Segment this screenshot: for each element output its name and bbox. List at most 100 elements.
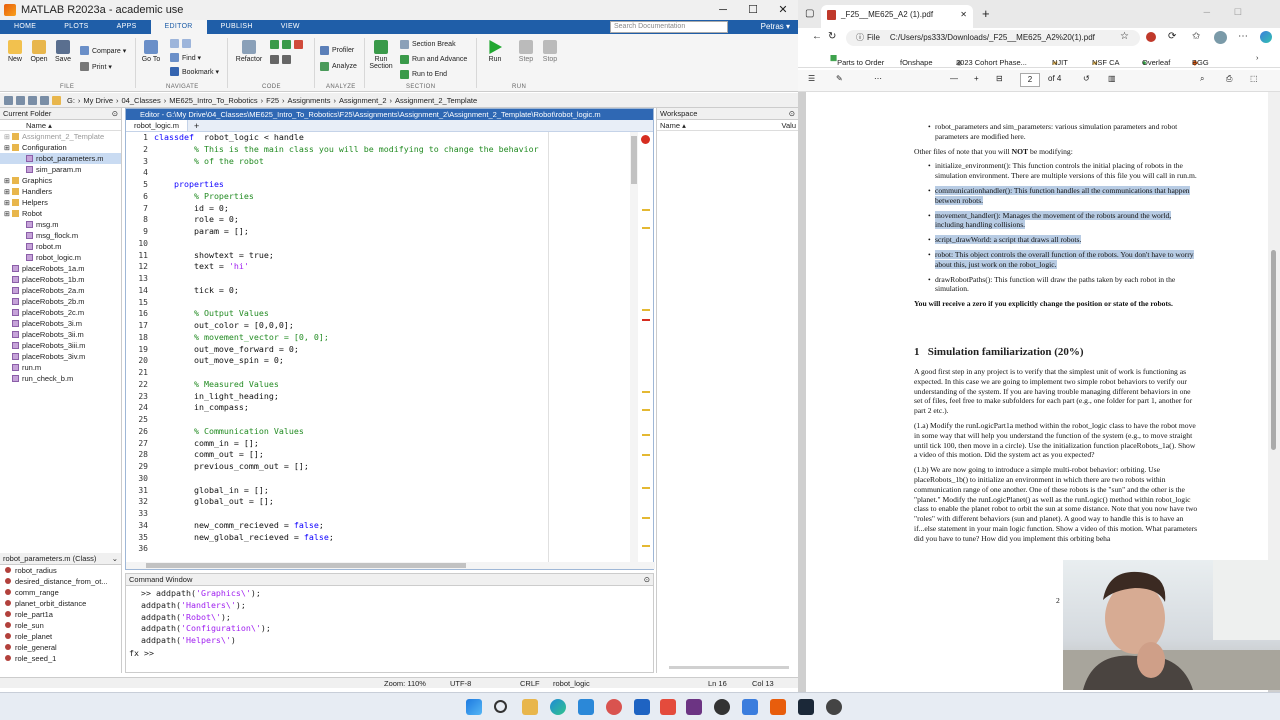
tab-plots[interactable]: PLOTS [50,20,102,34]
run-button[interactable]: Run [483,40,507,63]
name-column-header[interactable]: Name ▴ [0,120,121,131]
property-item[interactable]: robot_radius [0,565,121,576]
code-line[interactable]: out_move_forward = 0; [154,344,554,356]
search-icon[interactable]: ⌕ [1200,74,1204,84]
favorite-star-icon[interactable]: ☆ [1120,31,1129,42]
tab-publish[interactable]: PUBLISH [207,20,267,34]
copilot-icon[interactable] [1260,31,1272,43]
extension-icon[interactable] [1146,32,1156,42]
property-item[interactable]: role_sun [0,620,121,631]
find-button[interactable]: Find ▾ [170,53,201,62]
fit-page-icon[interactable]: ⊟ [996,74,1003,83]
menu-dots-icon[interactable]: ⋯ [1238,31,1248,42]
eol-status[interactable]: CRLF [520,678,540,689]
code-area[interactable]: classdef robot_logic < handle % This is … [154,132,554,564]
property-item[interactable]: role_general [0,642,121,653]
warning-marker[interactable] [642,391,650,393]
workspace-scrollbar[interactable] [669,666,789,669]
profiler-button[interactable]: Profiler [320,46,354,55]
scroll-thumb[interactable] [1271,250,1276,450]
folder-item[interactable]: ⊞ Handlers [0,186,121,197]
close-button[interactable]: ✕ [768,0,798,20]
new-tab-button[interactable]: + [982,6,990,21]
code-line[interactable]: previous_comm_out = []; [154,461,554,473]
code-line[interactable] [154,238,554,250]
code-line[interactable] [154,414,554,426]
code-line[interactable] [154,367,554,379]
pdf-tab[interactable]: _F25__ME625_A2 (1).pdf ✕ [821,5,973,28]
zoom-out-button[interactable]: — [950,74,958,83]
breadcrumb-item[interactable]: My Drive [83,96,113,105]
editor-vertical-scrollbar[interactable] [630,132,638,564]
code-line[interactable]: comm_out = []; [154,449,554,461]
warning-marker[interactable] [642,309,650,311]
forward-icon[interactable] [16,95,25,105]
panel-menu-icon[interactable]: ⊙ [644,574,650,586]
warning-marker[interactable] [642,545,650,547]
chevron-down-icon[interactable]: ⌄ [112,553,118,565]
code-line[interactable]: text = 'hi' [154,261,554,273]
error-indicator-icon[interactable] [641,135,650,144]
code-line[interactable]: classdef robot_logic < handle [154,132,554,144]
code-line[interactable]: in_compass; [154,402,554,414]
file-item[interactable]: sim_param.m [0,164,121,175]
run-section-button[interactable]: Run Section [366,40,396,70]
zoom-in-button[interactable]: + [974,74,979,83]
code-line[interactable]: % Communication Values [154,426,554,438]
code-line[interactable]: new_comm_recieved = false; [154,520,554,532]
back-arrow-icon[interactable]: ← [812,31,822,42]
panel-menu-icon[interactable]: ⊙ [112,108,118,120]
maximize-icon[interactable]: ☐ [1234,7,1242,18]
code-line[interactable] [154,543,554,555]
analyze-button[interactable]: Analyze [320,62,357,71]
open-button[interactable]: Open [28,40,50,63]
save-button[interactable]: Save [53,40,73,63]
code-line[interactable]: % movement_vector = [0, 0]; [154,332,554,344]
rotate-icon[interactable]: ↺ [1083,74,1090,83]
refresh-page-icon[interactable]: ⟳ [1168,31,1176,42]
save-icon[interactable]: ⬚ [1250,74,1258,83]
code-line[interactable]: param = []; [154,226,554,238]
property-item[interactable]: role_seed_1 [0,653,121,664]
warning-marker[interactable] [642,517,650,519]
property-item[interactable]: desired_distance_from_ot... [0,576,121,587]
property-item[interactable]: comm_range [0,587,121,598]
file-item[interactable]: placeRobots_1a.m [0,263,121,274]
up-folder-icon[interactable] [28,95,37,105]
tab-editor[interactable]: EDITOR [150,20,207,34]
warning-marker[interactable] [642,487,650,489]
command-history[interactable]: >> addpath('Graphics\'); addpath('Handler… [141,588,271,647]
close-tab-icon[interactable]: ✕ [960,5,967,25]
property-item[interactable]: planet_orbit_distance [0,598,121,609]
zoom-status[interactable]: Zoom: 110% [384,678,426,689]
code-line[interactable]: role = 0; [154,214,554,226]
file-item[interactable]: robot.m [0,241,121,252]
minimize-button[interactable]: ─ [708,0,738,20]
code-line[interactable]: in_light_heading; [154,391,554,403]
warning-marker[interactable] [642,209,650,211]
code-line[interactable]: out_color = [0,0,0]; [154,320,554,332]
user-menu[interactable]: Petras ▾ [761,20,790,34]
breadcrumb-item[interactable]: 04_Classes [122,96,161,105]
new-button[interactable]: New [5,40,25,63]
breadcrumb[interactable]: G: › My Drive › 04_Classes › ME625_Intro_To_Ro… [64,96,480,105]
file-item[interactable]: placeRobots_3iii.m [0,340,121,351]
encoding-status[interactable]: UTF-8 [450,678,471,689]
run-to-end-button[interactable]: Run to End [400,70,447,79]
breadcrumb-item[interactable]: ME625_Intro_To_Robotics [169,96,257,105]
value-column-header[interactable]: Valu [782,120,796,131]
folder-item[interactable]: ⊞ Robot [0,208,121,219]
tab-apps[interactable]: APPS [103,20,151,34]
file-item[interactable]: robot_parameters.m [0,153,121,164]
todo-icon[interactable] [578,699,594,715]
file-explorer-icon[interactable] [522,699,538,715]
name-column-header[interactable]: Name ▴ [660,121,686,130]
file-item[interactable]: msg_flock.m [0,230,121,241]
code-line[interactable]: new_global_recieved = false; [154,532,554,544]
app-icon[interactable] [714,699,730,715]
folder-item[interactable]: ⊞ Assignment_2_Template [0,131,121,142]
warning-marker[interactable] [642,409,650,411]
code-line[interactable] [154,473,554,485]
comment-buttons[interactable] [270,40,306,49]
matlab-taskbar-icon[interactable] [770,699,786,715]
